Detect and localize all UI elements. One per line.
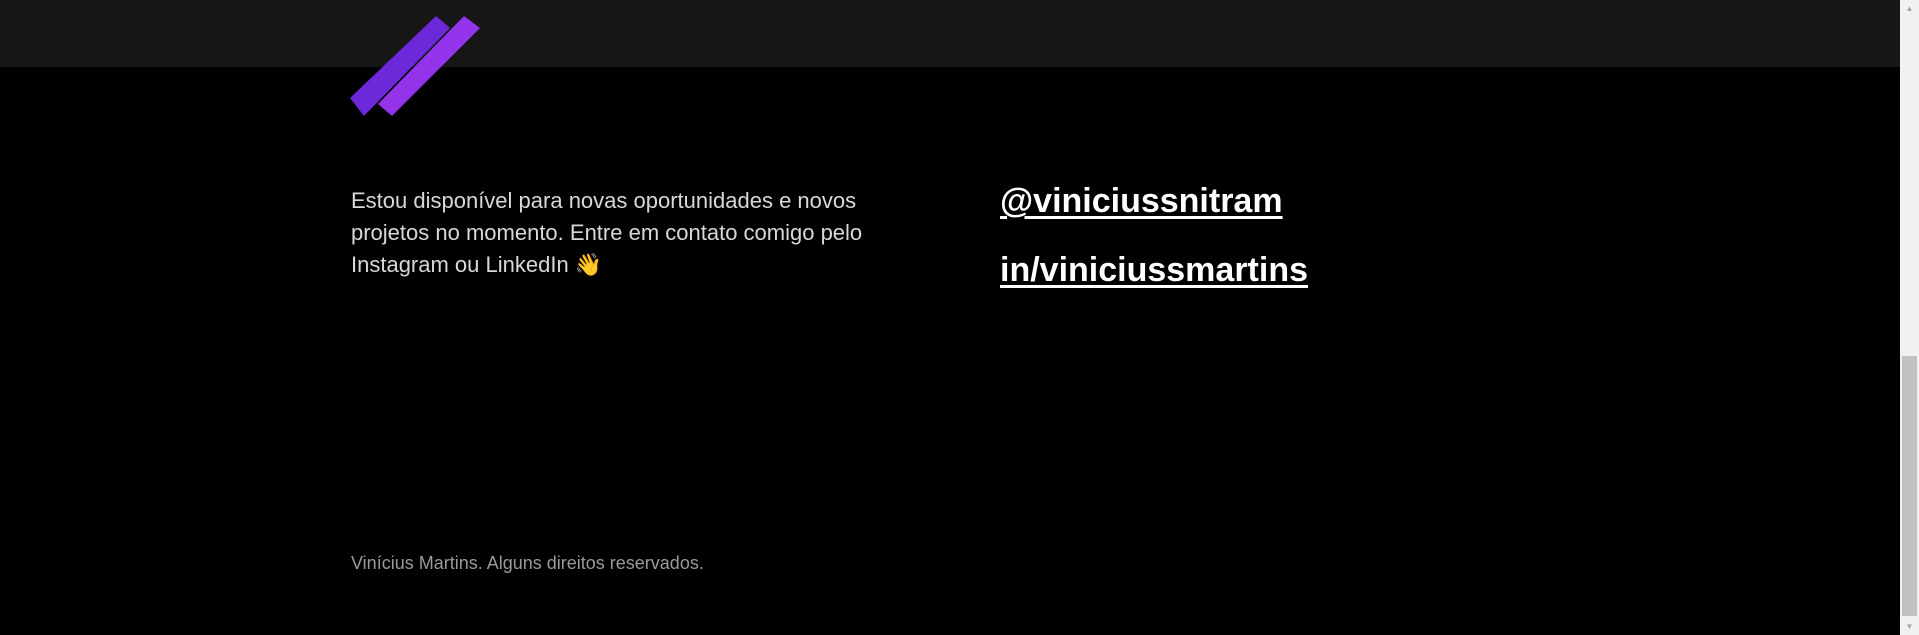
vertical-scrollbar[interactable]: ▲ ▼ bbox=[1900, 0, 1919, 635]
linkedin-link[interactable]: in/viniciussmartins bbox=[1000, 249, 1308, 291]
logo-icon[interactable] bbox=[350, 16, 480, 118]
instagram-link[interactable]: @viniciussnitram bbox=[1000, 180, 1308, 222]
copyright-text: Vinícius Martins. Alguns direitos reserv… bbox=[351, 553, 704, 573]
contact-message: Estou disponível para novas oportunidade… bbox=[351, 185, 911, 281]
scroll-up-arrow-icon[interactable]: ▲ bbox=[1900, 0, 1919, 17]
scrollbar-thumb[interactable] bbox=[1902, 356, 1917, 616]
waving-hand-icon: 👋 bbox=[574, 252, 603, 277]
header-band bbox=[0, 0, 1900, 67]
scroll-down-arrow-icon[interactable]: ▼ bbox=[1900, 618, 1919, 635]
contact-message-text: Estou disponível para novas oportunidade… bbox=[351, 188, 863, 277]
social-links: @viniciussnitram in/viniciussmartins bbox=[1000, 180, 1308, 318]
